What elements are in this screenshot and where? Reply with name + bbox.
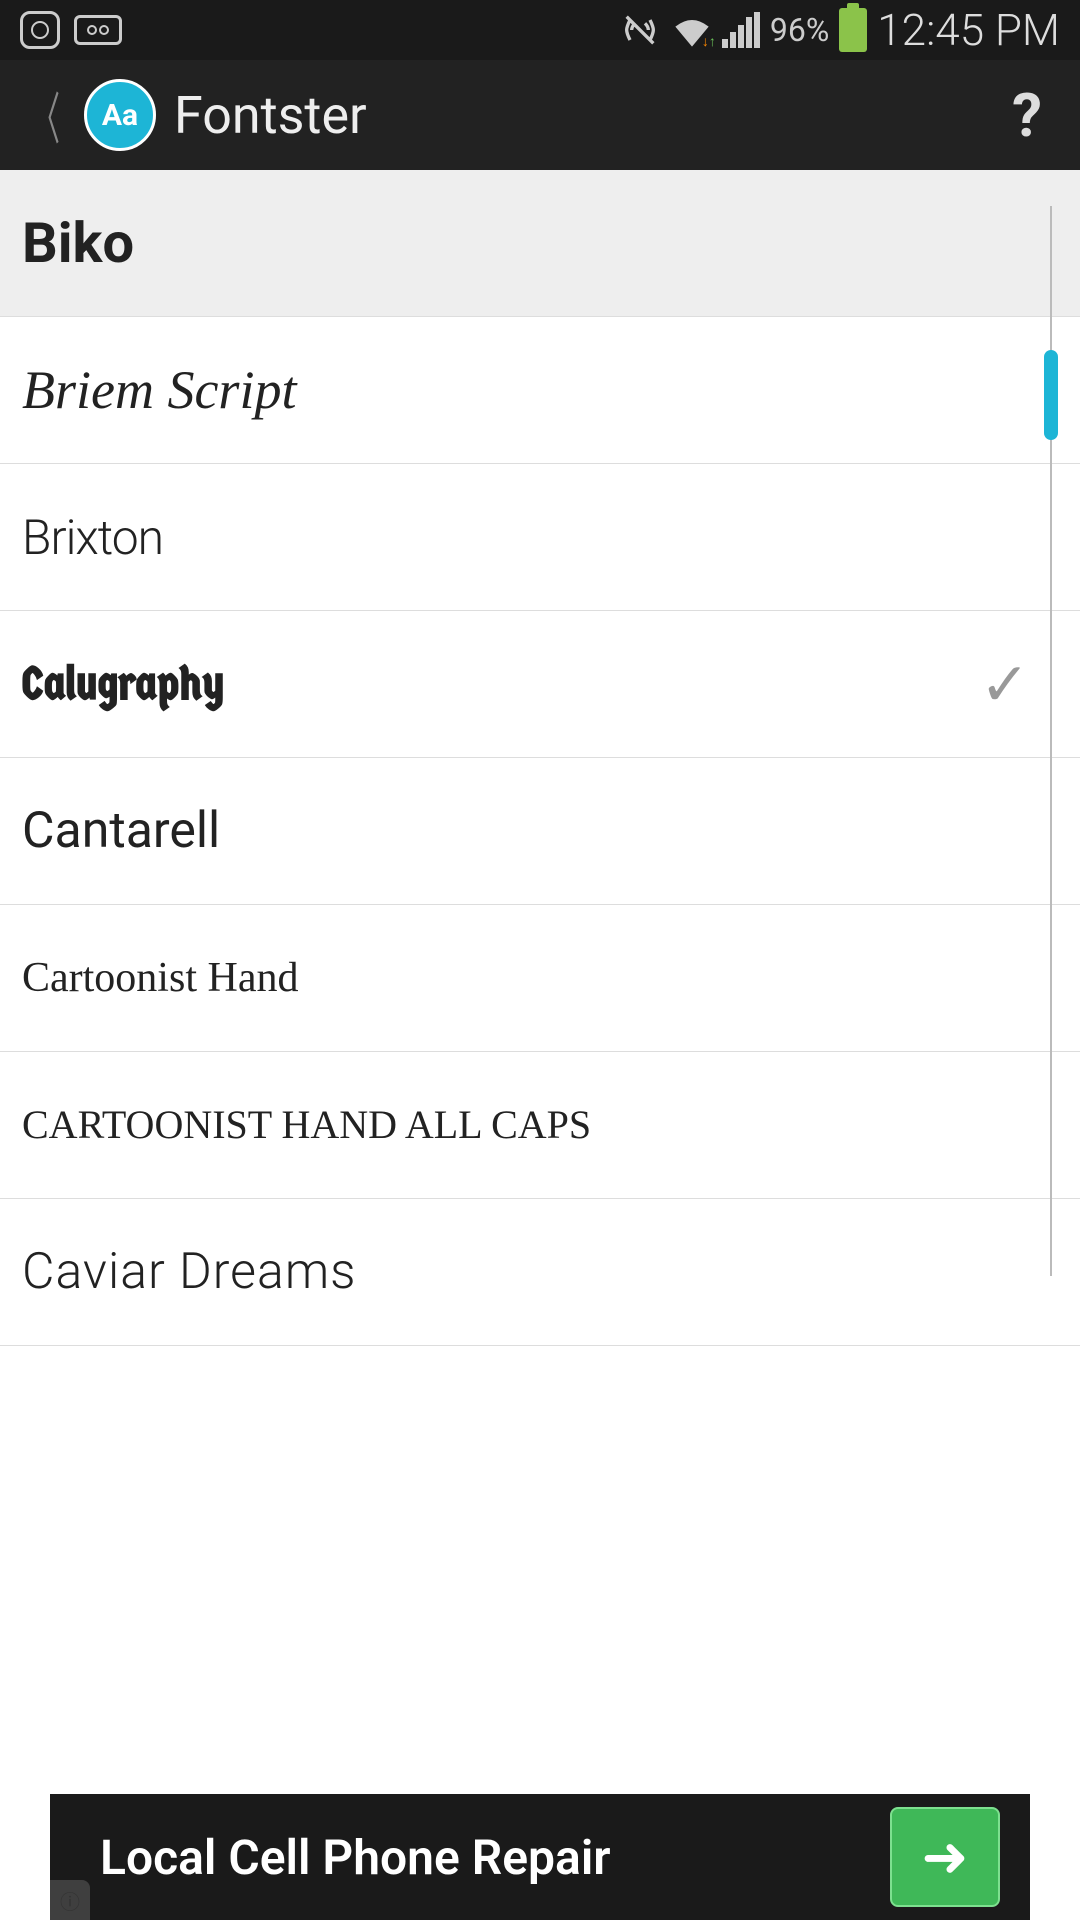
font-name-label: Calugraphy bbox=[22, 657, 225, 711]
status-bar: ↓↑ 96% 12:45 PM bbox=[0, 0, 1080, 60]
ad-banner[interactable]: ⓘ Local Cell Phone Repair ➜ bbox=[50, 1794, 1030, 1920]
font-item-biko[interactable]: Biko bbox=[0, 170, 1080, 317]
vibrate-silent-icon bbox=[618, 10, 662, 50]
ad-info-icon[interactable]: ⓘ bbox=[50, 1880, 90, 1920]
data-arrows-icon: ↓↑ bbox=[702, 33, 716, 50]
font-name-label: Cantarell bbox=[22, 802, 220, 860]
status-clock: 12:45 PM bbox=[877, 4, 1060, 56]
help-button[interactable]: ? bbox=[1012, 80, 1042, 151]
font-item-cartoonist-hand-caps[interactable]: CARTOONIST HAND ALL CAPS bbox=[0, 1052, 1080, 1199]
font-item-calugraphy[interactable]: Calugraphy ✓ bbox=[0, 611, 1080, 758]
wifi-icon: ↓↑ bbox=[672, 12, 712, 48]
font-item-cartoonist-hand[interactable]: Cartoonist Hand bbox=[0, 905, 1080, 1052]
font-name-label: Briem Script bbox=[22, 359, 296, 421]
font-item-brixton[interactable]: Brixton bbox=[0, 464, 1080, 611]
ad-go-button[interactable]: ➜ bbox=[890, 1807, 1000, 1907]
font-name-label: Brixton bbox=[22, 509, 163, 566]
cell-signal-icon bbox=[722, 12, 760, 48]
status-notifications bbox=[20, 11, 122, 49]
app-title: Fontster bbox=[174, 85, 1012, 146]
app-bar: 〈 Aa Fontster ? bbox=[0, 60, 1080, 170]
notification-icon bbox=[20, 11, 60, 49]
status-indicators: ↓↑ 96% 12:45 PM bbox=[618, 4, 1060, 56]
font-item-briem-script[interactable]: Briem Script bbox=[0, 317, 1080, 464]
battery-icon bbox=[839, 8, 867, 52]
app-logo[interactable]: Aa bbox=[84, 79, 156, 151]
battery-percentage: 96% bbox=[770, 11, 829, 49]
font-name-label: Biko bbox=[22, 210, 134, 276]
back-button[interactable]: 〈 bbox=[32, 75, 60, 156]
font-list[interactable]: Biko Briem Script Brixton Calugraphy ✓ C… bbox=[0, 170, 1080, 1346]
font-name-label: Cartoonist Hand bbox=[22, 954, 298, 1002]
checkmark-icon: ✓ bbox=[980, 649, 1030, 720]
ad-text: Local Cell Phone Repair bbox=[80, 1829, 890, 1886]
voicemail-icon bbox=[74, 15, 122, 45]
font-name-label: CARTOONIST HAND ALL CAPS bbox=[22, 1101, 591, 1149]
font-item-cantarell[interactable]: Cantarell bbox=[0, 758, 1080, 905]
scrollbar-thumb[interactable] bbox=[1044, 350, 1058, 440]
arrow-right-icon: ➜ bbox=[922, 1824, 969, 1890]
font-item-caviar-dreams[interactable]: Caviar Dreams bbox=[0, 1199, 1080, 1346]
font-name-label: Caviar Dreams bbox=[22, 1243, 357, 1301]
